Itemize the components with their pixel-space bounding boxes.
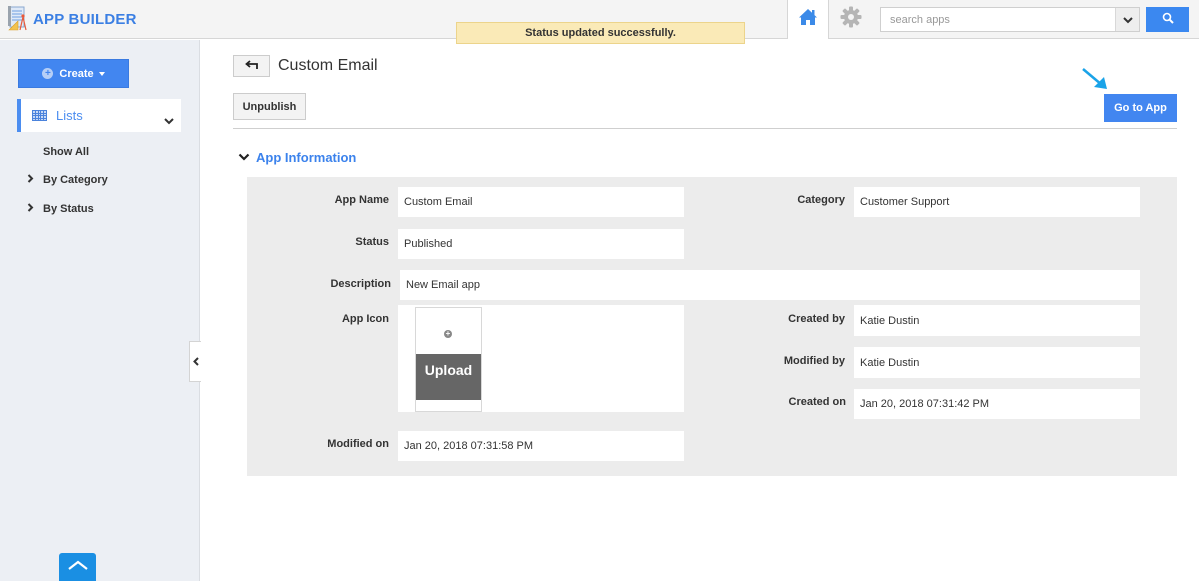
- unpublish-button[interactable]: Unpublish: [233, 93, 306, 120]
- chevron-down-icon: [1122, 11, 1133, 29]
- status-toast: Status updated successfully.: [456, 22, 745, 44]
- sidebar-item-label: By Status: [43, 203, 94, 215]
- pointer-arrow-icon: [1080, 66, 1110, 97]
- app-icon-upload[interactable]: + Upload: [415, 307, 482, 412]
- collapse-sidebar-button[interactable]: [189, 341, 201, 382]
- modified-by-label: Modified by: [783, 355, 845, 367]
- caret-down-icon: [98, 71, 105, 76]
- search-box: [880, 7, 1140, 32]
- plus-circle-icon: +: [444, 329, 452, 338]
- app-name-field[interactable]: Custom Email: [398, 187, 684, 217]
- section-title: App Information: [256, 149, 357, 165]
- sidebar-item-by-status[interactable]: By Status: [27, 203, 94, 215]
- plus-circle-icon: +: [42, 68, 54, 79]
- sidebar-item-lists[interactable]: Lists: [17, 99, 181, 132]
- sidebar-item-label: By Category: [43, 174, 108, 186]
- search-input[interactable]: [881, 8, 1115, 31]
- description-label: Description: [330, 278, 391, 290]
- sidebar-item-label: Show All: [43, 146, 90, 158]
- modified-on-label: Modified on: [327, 438, 389, 450]
- sidebar-item-by-category[interactable]: By Category: [27, 174, 108, 186]
- home-icon: [798, 8, 818, 31]
- created-by-label: Created by: [788, 313, 845, 325]
- created-on-label: Created on: [788, 396, 846, 408]
- category-label: Category: [797, 194, 845, 206]
- create-label: Create: [59, 67, 94, 80]
- search-dropdown-button[interactable]: [1115, 8, 1139, 31]
- app-name-label: App Name: [334, 194, 389, 206]
- sidebar-item-show-all[interactable]: Show All: [43, 146, 89, 158]
- created-on-field[interactable]: Jan 20, 2018 07:31:42 PM: [854, 389, 1140, 419]
- chevron-right-icon: [27, 203, 41, 215]
- settings-button[interactable]: [836, 6, 866, 33]
- search-button[interactable]: [1146, 7, 1189, 32]
- sidebar-item-label: Lists: [56, 108, 83, 123]
- chevron-left-icon: [192, 353, 199, 371]
- scroll-to-top-button[interactable]: [59, 553, 96, 581]
- search-icon: [1162, 11, 1174, 29]
- chevron-right-icon: [27, 174, 41, 186]
- chevron-down-icon: [164, 112, 174, 130]
- created-by-field[interactable]: Katie Dustin: [854, 305, 1140, 336]
- page-title: Custom Email: [278, 57, 378, 74]
- header-divider: [233, 128, 1177, 129]
- chevron-up-icon: [67, 558, 89, 576]
- app-title: APP BUILDER: [33, 10, 137, 28]
- table-icon: [32, 110, 47, 121]
- home-button[interactable]: [787, 0, 829, 39]
- app-information-section-toggle[interactable]: App Information: [238, 148, 356, 166]
- chevron-down-icon: [238, 148, 250, 166]
- gear-icon: [840, 6, 862, 33]
- modified-by-field[interactable]: Katie Dustin: [854, 347, 1140, 378]
- upload-label: Upload: [416, 354, 481, 400]
- description-field[interactable]: New Email app: [400, 270, 1140, 300]
- category-field[interactable]: Customer Support: [854, 187, 1140, 217]
- go-to-app-button[interactable]: Go to App: [1104, 94, 1177, 122]
- modified-on-field[interactable]: Jan 20, 2018 07:31:58 PM: [398, 431, 684, 461]
- app-builder-logo-icon: [6, 5, 28, 33]
- back-arrow-icon: [244, 57, 259, 75]
- back-button[interactable]: [233, 55, 270, 77]
- status-field[interactable]: Published: [398, 229, 684, 259]
- status-label: Status: [355, 236, 389, 248]
- create-button[interactable]: + Create: [18, 59, 129, 88]
- brand[interactable]: APP BUILDER: [6, 5, 137, 33]
- sidebar: + Create Lists Show All By Category By S…: [0, 40, 200, 581]
- app-icon-label: App Icon: [341, 313, 389, 325]
